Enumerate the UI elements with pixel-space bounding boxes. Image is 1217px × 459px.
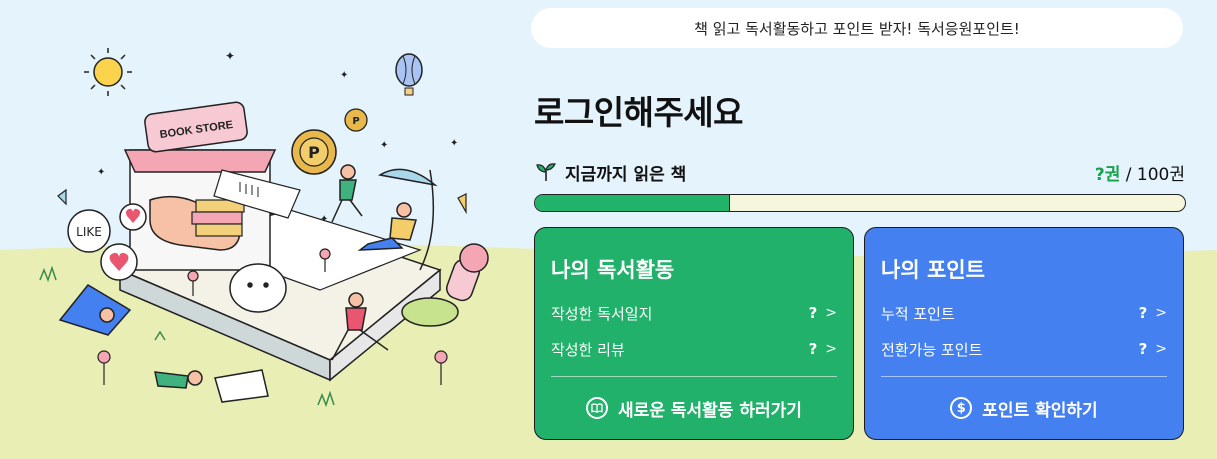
svg-text:✦: ✦ — [225, 49, 235, 63]
person-running — [331, 164, 363, 223]
books-count-separator: / — [1120, 164, 1137, 185]
svg-text:P: P — [352, 116, 359, 127]
journal-count-value: ? — [808, 304, 818, 322]
svg-text:✦: ✦ — [450, 138, 458, 149]
bookstore-illustration: ✦ ✦ ✦ ✦ ✦ ✦ BOOK STORE P P LIKE — [39, 48, 489, 408]
sun-icon — [84, 48, 132, 96]
chevron-right-icon: > — [825, 341, 837, 357]
review-count-value: ? — [808, 340, 818, 358]
page-title[interactable]: 로그인해주세요 — [534, 86, 744, 134]
reading-kid-tent — [58, 284, 132, 336]
books-read-value: ?권 — [1094, 164, 1121, 185]
points-card-title: 나의 포인트 — [881, 258, 985, 282]
accumulated-points-value: ? — [1138, 304, 1148, 322]
check-points-label: 포인트 확인하기 — [982, 400, 1098, 421]
convertible-points-label: 전환가능 포인트 — [881, 340, 983, 359]
banner-text: 책 읽고 독서활동하고 포인트 받자! 독서응원포인트! — [694, 19, 1020, 38]
svg-text:✦: ✦ — [97, 167, 105, 178]
accumulated-points-row[interactable]: 누적 포인트 ? > — [881, 302, 1167, 324]
new-activity-button[interactable]: 새로운 독서활동 하러가기 — [535, 393, 853, 423]
chevron-right-icon: > — [1155, 341, 1167, 357]
convertible-points-value: ? — [1138, 340, 1148, 358]
svg-text:✦: ✦ — [380, 140, 388, 151]
new-activity-label: 새로운 독서활동 하러가기 — [618, 400, 802, 421]
promo-banner: 책 읽고 독서활동하고 포인트 받자! 독서응원포인트! — [531, 8, 1183, 48]
books-read-label: 지금까지 읽은 책 — [565, 164, 687, 185]
books-read-count: ?권 / 100권 — [1095, 160, 1185, 185]
reading-activity-card: 나의 독서활동 작성한 독서일지 ? > 작성한 리뷰 ? > 새로운 독서활동 하… — [534, 227, 854, 440]
book-icon — [586, 397, 609, 419]
like-speech-bubble: LIKE — [67, 209, 111, 253]
dog-character — [229, 263, 287, 313]
journal-count-row[interactable]: 작성한 독서일지 ? > — [551, 302, 837, 324]
activity-card-title: 나의 독서활동 — [551, 258, 675, 282]
check-points-button[interactable]: $ 포인트 확인하기 — [865, 393, 1183, 423]
convertible-points-row[interactable]: 전환가능 포인트 ? > — [881, 338, 1167, 360]
svg-text:✦: ✦ — [340, 70, 348, 81]
points-card: 나의 포인트 누적 포인트 ? > 전환가능 포인트 ? > $ 포인트 확인하기 — [864, 227, 1184, 440]
dollar-icon: $ — [950, 397, 973, 419]
accumulated-points-label: 누적 포인트 — [881, 304, 955, 323]
chevron-right-icon: > — [1155, 305, 1167, 321]
card-divider — [881, 376, 1167, 377]
journal-count-label: 작성한 독서일지 — [551, 304, 653, 323]
review-count-row[interactable]: 작성한 리뷰 ? > — [551, 338, 837, 360]
like-text: LIKE — [76, 225, 102, 239]
review-count-label: 작성한 리뷰 — [551, 340, 625, 359]
coin-letter: P — [308, 143, 320, 162]
reading-progress-bar — [534, 194, 1186, 212]
sprout-icon — [536, 163, 556, 181]
reading-progress-fill — [535, 195, 730, 211]
point-coin-icon: P P — [291, 108, 368, 175]
chevron-right-icon: > — [825, 305, 837, 321]
books-goal-total: 100권 — [1136, 164, 1185, 185]
person-lying — [154, 369, 269, 403]
hot-air-balloon-icon — [395, 53, 423, 96]
books-read-row: 지금까지 읽은 책 ?권 / 100권 — [535, 159, 1185, 185]
card-divider — [551, 376, 837, 377]
